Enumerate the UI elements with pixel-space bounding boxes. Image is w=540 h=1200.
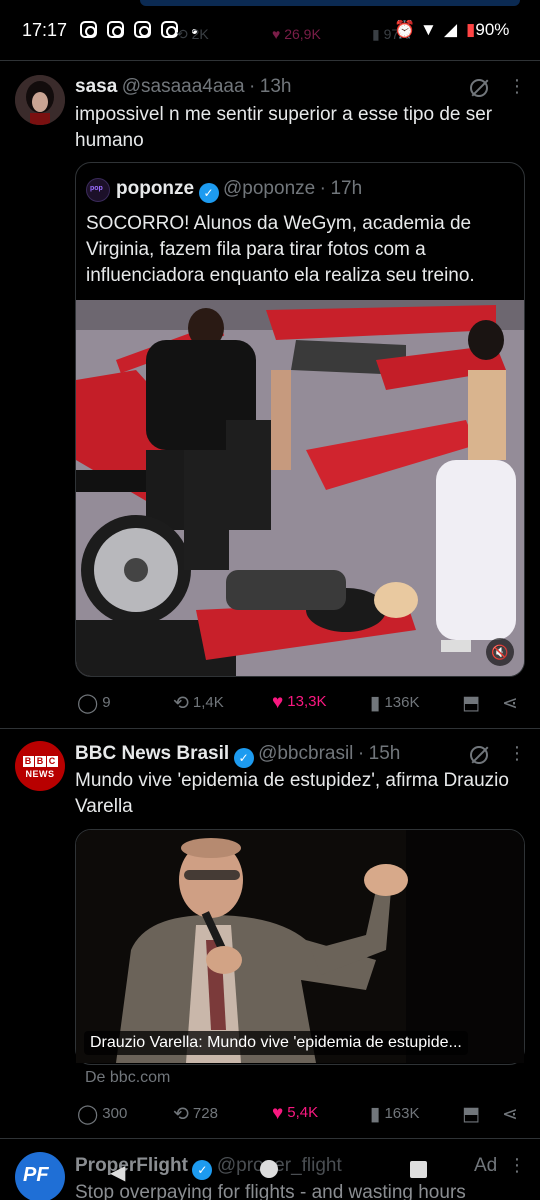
reply-button[interactable]: ◯ 300 — [77, 1103, 127, 1126]
retweet-icon: ⟲ — [173, 1104, 189, 1125]
quoted-tweet-time: 17h — [330, 178, 363, 199]
alarm-icon: ⏰ — [394, 20, 416, 39]
link-card-caption: Drauzio Varella: Mundo vive 'epidemia de… — [84, 1031, 468, 1055]
more-options-icon[interactable]: ⋮ — [508, 76, 526, 97]
heart-icon: ♥ — [272, 692, 284, 713]
views-button[interactable]: ▮ 136K — [370, 692, 420, 715]
retweet-button[interactable]: ⟲ 1,4K — [173, 692, 224, 715]
separator-dot: · — [357, 743, 365, 764]
bookmark-icon: ⬒ — [462, 1104, 480, 1125]
home-nav-icon[interactable] — [260, 1160, 278, 1178]
poponze-logo-icon: pop — [90, 185, 103, 192]
tweet-header: sasa @sasaaa4aaa · 13h — [75, 76, 292, 98]
battery-icon: ▮ — [466, 20, 476, 39]
author-name[interactable]: BBC News Brasil — [75, 743, 229, 764]
reply-icon: ◯ — [77, 1104, 99, 1125]
bookmark-button[interactable]: ⬒ — [462, 692, 484, 715]
status-bar: 17:17 ⟲ 2K ♥ 26,9K ▮ 97K ⏰ ▼ ◢ ▮90% — [0, 0, 540, 66]
grok-icon[interactable] — [470, 79, 488, 97]
recents-nav-icon[interactable] — [410, 1161, 427, 1178]
back-nav-icon[interactable]: ◀ — [110, 1160, 125, 1185]
ghost-retweet-count: ⟲ 2K — [176, 26, 209, 42]
instagram-notification-icon — [134, 21, 151, 38]
quoted-tweet-text: SOCORRO! Alunos da WeGym, academia de Vi… — [86, 213, 475, 286]
verified-badge-icon: ✓ — [233, 748, 254, 768]
more-options-icon[interactable]: ⋮ — [508, 743, 526, 764]
tweet-text: Mundo vive 'epidemia de estupidez', afir… — [75, 770, 509, 817]
reply-button[interactable]: ◯ 9 — [77, 692, 111, 715]
divider — [0, 728, 540, 729]
bookmark-icon: ⬒ — [462, 693, 480, 714]
gym-video[interactable]: 🔇 — [76, 300, 524, 676]
author-handle[interactable]: @sasaaa4aaa — [122, 76, 245, 97]
like-button[interactable]: ♥ 13,3K — [272, 692, 326, 714]
link-source[interactable]: De bbc.com — [85, 1069, 170, 1087]
signal-icon: ◢ — [444, 20, 458, 39]
ghost-like-count: ♥ 26,9K — [272, 26, 321, 42]
quoted-header: poponze ✓ @poponze · 17h — [116, 178, 362, 203]
tweet-header: BBC News Brasil ✓ @bbcbrasil · 15h — [75, 743, 400, 768]
avatar[interactable] — [15, 75, 65, 125]
navigation-bar: ◀ — [0, 1138, 540, 1200]
share-button[interactable]: ⋖ — [502, 1103, 522, 1126]
quoted-avatar: pop — [86, 178, 110, 202]
wifi-icon: ▼ — [420, 20, 437, 39]
status-time: 17:17 — [22, 20, 68, 40]
grok-icon[interactable] — [470, 746, 488, 764]
quoted-author-handle: @poponze — [223, 178, 316, 199]
instagram-notification-icon — [107, 21, 124, 38]
bbc-logo-icon: BBC — [15, 754, 65, 767]
tweet-time[interactable]: 13h — [260, 76, 292, 97]
tweet-text: impossivel n me sentir superior a esse t… — [75, 104, 493, 151]
retweet-icon: ⟲ — [173, 693, 189, 714]
share-icon: ⋖ — [502, 693, 518, 714]
author-name[interactable]: sasa — [75, 76, 117, 97]
quoted-author-name: poponze — [116, 178, 195, 199]
tweet-time[interactable]: 15h — [369, 743, 401, 764]
divider — [0, 60, 540, 61]
separator-dot: · — [249, 76, 256, 97]
battery-indicator: ▮90% — [466, 20, 510, 39]
bbc-avatar[interactable]: BBC NEWS — [15, 741, 65, 791]
share-icon: ⋖ — [502, 1104, 518, 1125]
views-button[interactable]: ▮ 163K — [370, 1103, 420, 1126]
mute-toggle-icon[interactable]: 🔇 — [486, 638, 514, 666]
views-chart-icon: ▮ — [370, 1104, 381, 1125]
separator-dot: · — [319, 178, 326, 199]
link-card-image[interactable]: Drauzio Varella: Mundo vive 'epidemia de… — [76, 830, 524, 1063]
verified-badge-icon: ✓ — [198, 183, 219, 203]
views-chart-icon: ▮ — [370, 693, 381, 714]
share-button[interactable]: ⋖ — [502, 692, 522, 715]
like-button[interactable]: ♥ 5,4K — [272, 1103, 318, 1125]
heart-icon: ♥ — [272, 1103, 284, 1124]
bookmark-button[interactable]: ⬒ — [462, 1103, 484, 1126]
author-handle[interactable]: @bbcbrasil — [258, 743, 353, 764]
reply-icon: ◯ — [77, 693, 99, 714]
instagram-notification-icon — [80, 21, 97, 38]
retweet-button[interactable]: ⟲ 728 — [173, 1103, 218, 1126]
